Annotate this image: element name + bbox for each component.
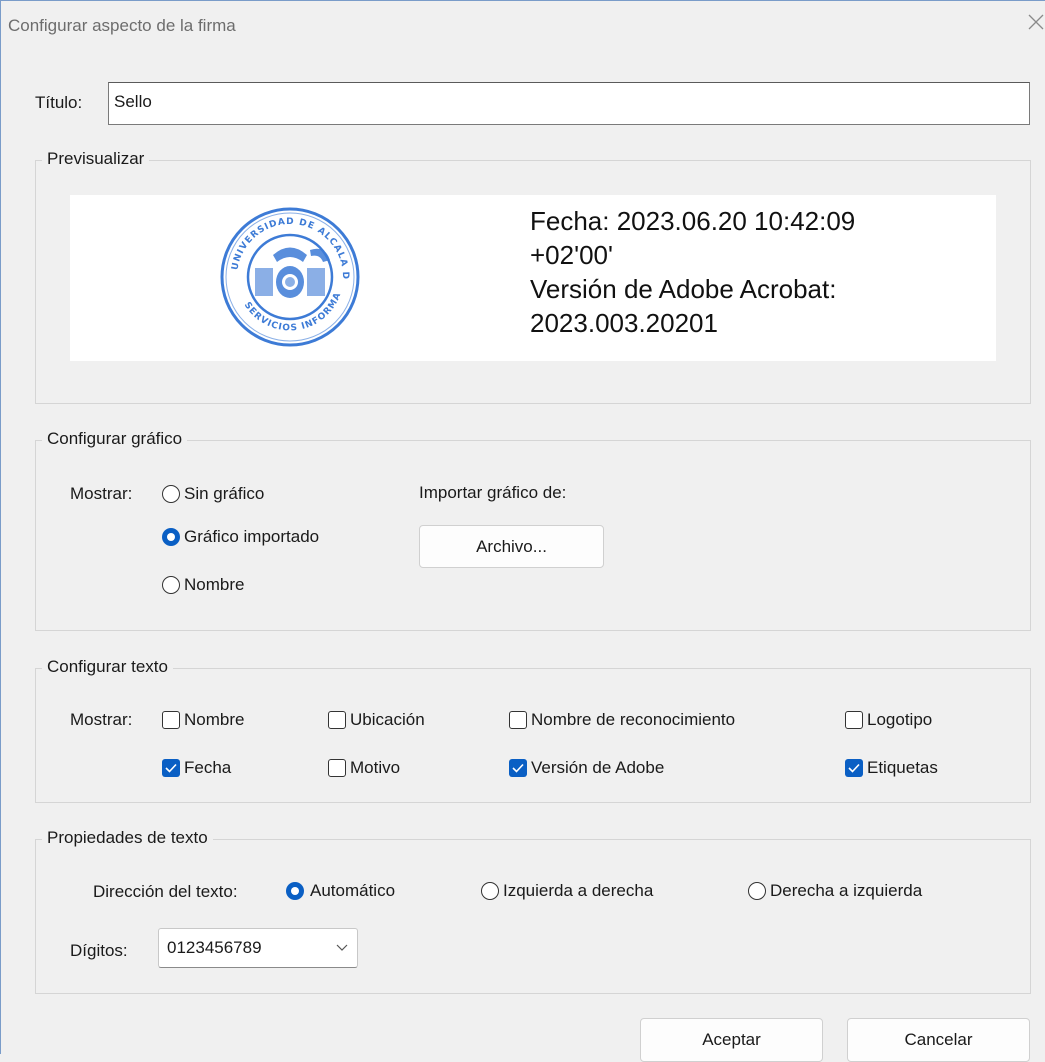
titulo-label: Título:	[35, 93, 83, 112]
checkbox-version-adobe[interactable]: Versión de Adobe	[509, 757, 709, 781]
radio-label: Automático	[310, 881, 396, 900]
checkbox-box-checked	[162, 759, 180, 777]
close-icon[interactable]	[1028, 14, 1045, 34]
checkbox-label: Logotipo	[867, 710, 933, 729]
titulo-input[interactable]: Sello	[108, 82, 1030, 125]
checkmark-icon	[848, 763, 860, 773]
checkbox-box	[328, 711, 346, 729]
radio-grafico-importado[interactable]: Gráfico importado	[162, 526, 362, 550]
checkbox-label: Nombre	[184, 710, 245, 729]
checkbox-box	[328, 759, 346, 777]
chevron-down-icon	[336, 944, 348, 951]
checkbox-nombre[interactable]: Nombre	[162, 709, 272, 733]
preview-text-block: Fecha: 2023.06.20 10:42:09 +02'00' Versi…	[530, 204, 855, 340]
radio-circle	[481, 882, 499, 900]
text-props-group	[35, 839, 1031, 994]
direction-label: Dirección del texto:	[93, 882, 238, 901]
text-config-group	[35, 668, 1031, 803]
checkbox-label: Nombre de reconocimiento	[531, 710, 736, 729]
checkbox-label: Fecha	[184, 758, 232, 777]
preview-line-date: Fecha: 2023.06.20 10:42:09	[530, 206, 856, 236]
cancel-button[interactable]: Cancelar	[847, 1018, 1030, 1062]
window-border-top	[0, 0, 1045, 1]
checkmark-icon	[165, 763, 177, 773]
radio-derecha-izquierda[interactable]: Derecha a izquierda	[748, 880, 963, 904]
checkbox-box-checked	[845, 759, 863, 777]
preview-line-version-label: Versión de Adobe Acrobat:	[530, 274, 837, 304]
checkbox-box	[162, 711, 180, 729]
radio-label: Gráfico importado	[184, 527, 320, 546]
radio-automatico[interactable]: Automático	[286, 880, 426, 904]
checkbox-box-checked	[509, 759, 527, 777]
file-button[interactable]: Archivo...	[419, 525, 604, 568]
university-seal-image: UNIVERSIDAD DE ALCALA DE HENARES SERVICI…	[215, 200, 360, 347]
text-props-group-title: Propiedades de texto	[42, 828, 213, 848]
radio-label: Derecha a izquierda	[770, 881, 923, 900]
window-border-left	[0, 0, 1, 1054]
checkbox-ubicacion[interactable]: Ubicación	[328, 709, 448, 733]
radio-circle-selected	[162, 528, 180, 546]
radio-label: Izquierda a derecha	[503, 881, 654, 900]
ok-button[interactable]: Aceptar	[640, 1018, 823, 1062]
checkbox-nombre-reconocimiento[interactable]: Nombre de reconocimiento	[509, 709, 789, 733]
preview-group-title: Previsualizar	[42, 149, 150, 169]
radio-circle	[162, 485, 180, 503]
digits-label: Dígitos:	[70, 941, 128, 960]
import-graphic-label: Importar gráfico de:	[419, 483, 567, 502]
digits-select-value: 0123456789	[167, 938, 262, 957]
radio-sin-grafico[interactable]: Sin gráfico	[162, 483, 302, 507]
radio-nombre[interactable]: Nombre	[162, 574, 282, 598]
checkbox-box	[845, 711, 863, 729]
checkbox-box	[509, 711, 527, 729]
radio-label: Nombre	[184, 575, 245, 594]
radio-label: Sin gráfico	[184, 484, 265, 503]
checkbox-label: Motivo	[350, 758, 401, 777]
checkbox-label: Ubicación	[350, 710, 425, 729]
digits-select[interactable]: 0123456789	[158, 928, 358, 968]
checkbox-motivo[interactable]: Motivo	[328, 757, 438, 781]
graphic-group-title: Configurar gráfico	[42, 429, 188, 449]
checkbox-label: Versión de Adobe	[531, 758, 665, 777]
preview-line-version: 2023.003.20201	[530, 308, 718, 338]
window-title: Configurar aspecto de la firma	[8, 16, 236, 35]
checkmark-icon	[512, 763, 524, 773]
text-config-group-title: Configurar texto	[42, 657, 173, 677]
checkbox-label: Etiquetas	[867, 758, 938, 777]
preview-line-offset: +02'00'	[530, 240, 613, 270]
checkbox-etiquetas[interactable]: Etiquetas	[845, 757, 965, 781]
titulo-input-value: Sello	[114, 92, 152, 111]
checkbox-logotipo[interactable]: Logotipo	[845, 709, 965, 733]
radio-circle	[748, 882, 766, 900]
signature-preview: UNIVERSIDAD DE ALCALA DE HENARES SERVICI…	[70, 195, 996, 361]
radio-izquierda-derecha[interactable]: Izquierda a derecha	[481, 880, 691, 904]
radio-circle-selected	[286, 882, 304, 900]
checkbox-fecha[interactable]: Fecha	[162, 757, 262, 781]
radio-circle	[162, 576, 180, 594]
graphic-show-label: Mostrar:	[70, 484, 133, 503]
text-show-label: Mostrar:	[70, 710, 133, 729]
